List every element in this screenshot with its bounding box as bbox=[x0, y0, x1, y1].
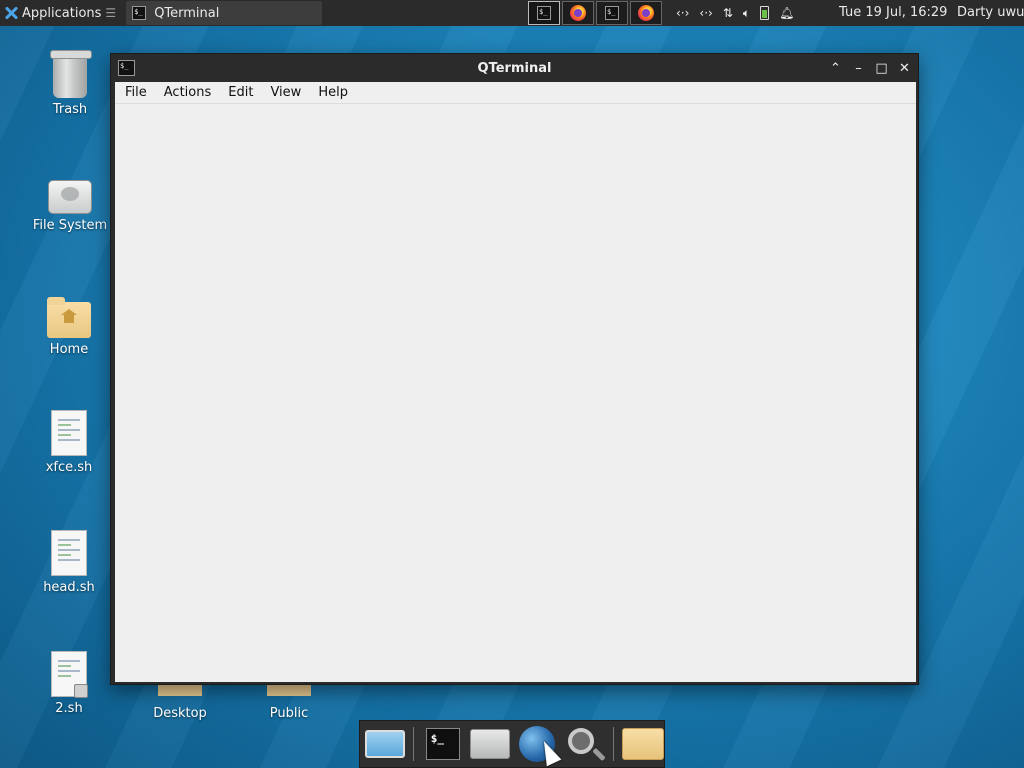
clock[interactable]: Tue 19 Jul, 16:29 bbox=[839, 0, 947, 26]
desktop-icon-label: Home bbox=[49, 342, 89, 357]
desktop-icon-2-sh[interactable]: 2.sh bbox=[21, 651, 117, 716]
home-folder-icon bbox=[47, 297, 91, 338]
applications-menu-button[interactable]: Applications ☰ bbox=[0, 0, 120, 26]
script-file-icon bbox=[51, 410, 87, 456]
desktop-icon-label: head.sh bbox=[43, 580, 95, 595]
home-folder-icon bbox=[469, 729, 510, 759]
menu-bar: File Actions Edit View Help bbox=[115, 82, 916, 104]
hard-drive-icon bbox=[48, 180, 92, 214]
menu-edit[interactable]: Edit bbox=[221, 85, 260, 100]
terminal-icon: $_ bbox=[132, 6, 147, 20]
battery-icon[interactable] bbox=[760, 6, 770, 20]
desktop-icon-public[interactable]: Public bbox=[241, 702, 337, 721]
search-icon bbox=[568, 728, 595, 754]
system-tray: ‹·› ‹·› ⇅ 🔈︎ 🔔︎ bbox=[676, 0, 794, 26]
script-file-icon bbox=[51, 530, 87, 576]
launcher-firefox-2[interactable] bbox=[630, 1, 662, 25]
dock-home[interactable] bbox=[469, 723, 510, 765]
transfer-icon[interactable]: ⇅ bbox=[723, 6, 733, 20]
firefox-icon bbox=[570, 5, 586, 21]
desktop-icon-label: Public bbox=[269, 706, 309, 721]
window-title: QTerminal bbox=[477, 60, 552, 76]
desktop-icon-label: Desktop bbox=[153, 706, 207, 721]
show-desktop-icon bbox=[364, 730, 405, 758]
menu-actions[interactable]: Actions bbox=[157, 85, 219, 100]
launcher-group: $_ $_ bbox=[528, 1, 662, 25]
desktop-icon-label: xfce.sh bbox=[45, 460, 93, 475]
folder-icon bbox=[267, 684, 311, 696]
network-icon[interactable]: ‹·› bbox=[699, 6, 712, 20]
close-icon[interactable]: ✕ bbox=[897, 58, 912, 78]
locked-script-file-icon bbox=[51, 651, 88, 698]
folder-icon bbox=[621, 728, 664, 760]
desktop-icon-label: File System bbox=[32, 218, 108, 233]
terminal-icon: $_ bbox=[605, 6, 619, 20]
terminal-icon: $_ bbox=[425, 728, 460, 760]
dock-show-desktop[interactable] bbox=[364, 723, 405, 765]
dock-folder[interactable] bbox=[621, 723, 664, 765]
qterminal-window: $_ QTerminal ⌃ – □ ✕ File Actions Edit V… bbox=[110, 53, 919, 685]
dock-separator bbox=[613, 727, 614, 761]
volume-icon[interactable]: 🔈︎ bbox=[743, 6, 750, 21]
launcher-firefox-1[interactable] bbox=[562, 1, 594, 25]
maximize-icon[interactable]: □ bbox=[874, 58, 889, 78]
notification-bell-icon[interactable]: 🔔︎ bbox=[779, 6, 794, 20]
desktop-icon-label: 2.sh bbox=[55, 701, 83, 716]
launcher-terminal-1[interactable]: $_ bbox=[528, 1, 560, 25]
xfce-logo-icon bbox=[4, 6, 18, 20]
menu-separator-icon: ☰ bbox=[105, 6, 117, 20]
network-icon[interactable]: ‹·› bbox=[676, 6, 689, 20]
dock-separator bbox=[413, 727, 415, 761]
menu-file[interactable]: File bbox=[118, 85, 154, 100]
terminal-area[interactable] bbox=[115, 104, 916, 682]
taskbar-button-label: QTerminal bbox=[154, 5, 220, 21]
dock: $_ bbox=[359, 720, 665, 768]
terminal-icon: $_ bbox=[537, 6, 551, 20]
applications-label: Applications bbox=[22, 5, 102, 21]
top-panel: Applications ☰ $_ QTerminal $_ $_ ‹·› ‹·… bbox=[0, 0, 1024, 26]
menu-view[interactable]: View bbox=[263, 85, 308, 100]
desktop-icon-xfce-sh[interactable]: xfce.sh bbox=[21, 410, 117, 475]
trash-icon bbox=[50, 50, 92, 98]
desktop-icon-head-sh[interactable]: head.sh bbox=[21, 530, 117, 595]
folder-icon bbox=[158, 684, 202, 696]
desktop-icon-home[interactable]: Home bbox=[21, 297, 117, 357]
launcher-terminal-2[interactable]: $_ bbox=[596, 1, 628, 25]
dock-search[interactable] bbox=[564, 723, 605, 765]
lock-icon bbox=[74, 684, 88, 698]
user-menu[interactable]: Darty uwu bbox=[957, 0, 1024, 26]
taskbar-button-qterminal[interactable]: $_ QTerminal bbox=[126, 1, 323, 25]
window-controls: ⌃ – □ ✕ bbox=[828, 58, 912, 78]
desktop-icon-file-system[interactable]: File System bbox=[22, 176, 118, 233]
desktop-icon-label: Trash bbox=[52, 102, 88, 117]
dock-terminal[interactable]: $_ bbox=[422, 723, 463, 765]
shade-up-icon[interactable]: ⌃ bbox=[828, 58, 843, 78]
menu-help[interactable]: Help bbox=[311, 85, 355, 100]
firefox-icon bbox=[638, 5, 654, 21]
desktop-icon-trash[interactable]: Trash bbox=[22, 50, 118, 117]
desktop-icon-desktop[interactable]: Desktop bbox=[132, 702, 228, 721]
window-titlebar[interactable]: $_ QTerminal ⌃ – □ ✕ bbox=[111, 54, 918, 82]
minimize-icon[interactable]: – bbox=[851, 58, 866, 78]
